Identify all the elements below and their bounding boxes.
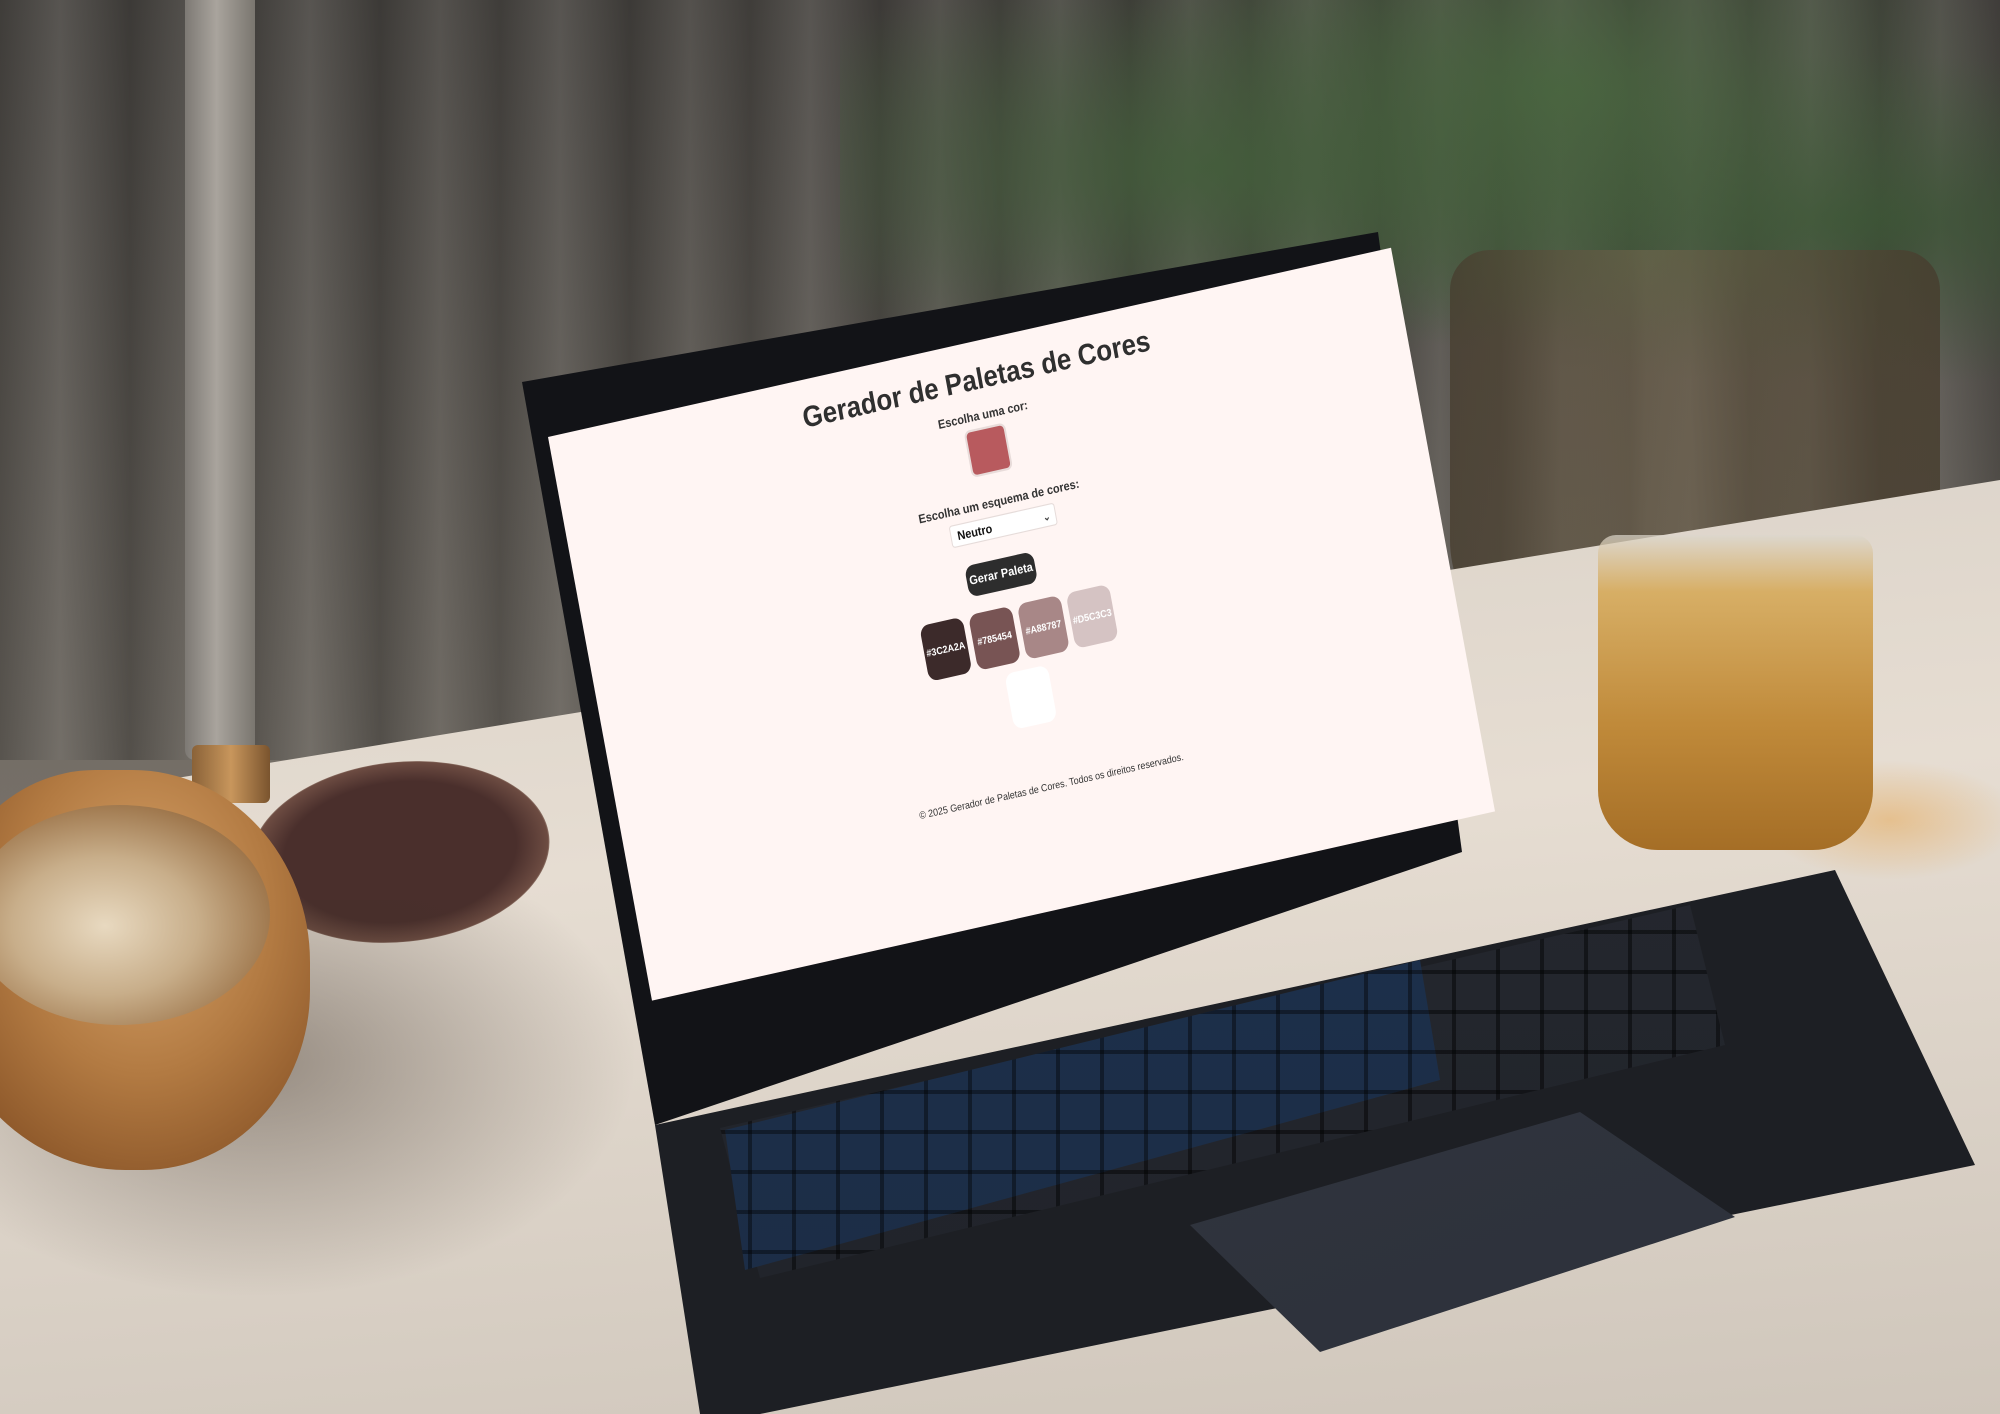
swatch-hex: #3C2A2A — [925, 639, 967, 660]
swatch-3[interactable]: #A88787 — [1016, 594, 1071, 660]
tea-glass — [1598, 535, 1873, 850]
swatch-1[interactable]: #3C2A2A — [919, 616, 973, 682]
swatch-4[interactable]: #D5C3C3 — [1065, 583, 1119, 649]
color-picker-input[interactable] — [963, 422, 1014, 479]
swatch-hex: #D5C3C3 — [1071, 606, 1113, 627]
chevron-down-icon: ⌄ — [1041, 510, 1052, 524]
candle — [185, 0, 255, 760]
generate-palette-button[interactable]: Gerar Paleta — [964, 551, 1039, 598]
palette-swatches: #3C2A2A #785454 #A88787 #D5C3C3 — [884, 573, 1182, 768]
swatch-5[interactable] — [1004, 664, 1058, 730]
swatch-hex: #A88787 — [1024, 617, 1063, 637]
scheme-select-value: Neutro — [956, 522, 994, 544]
swatch-hex: #785454 — [976, 628, 1013, 648]
swatch-2[interactable]: #785454 — [968, 605, 1022, 671]
